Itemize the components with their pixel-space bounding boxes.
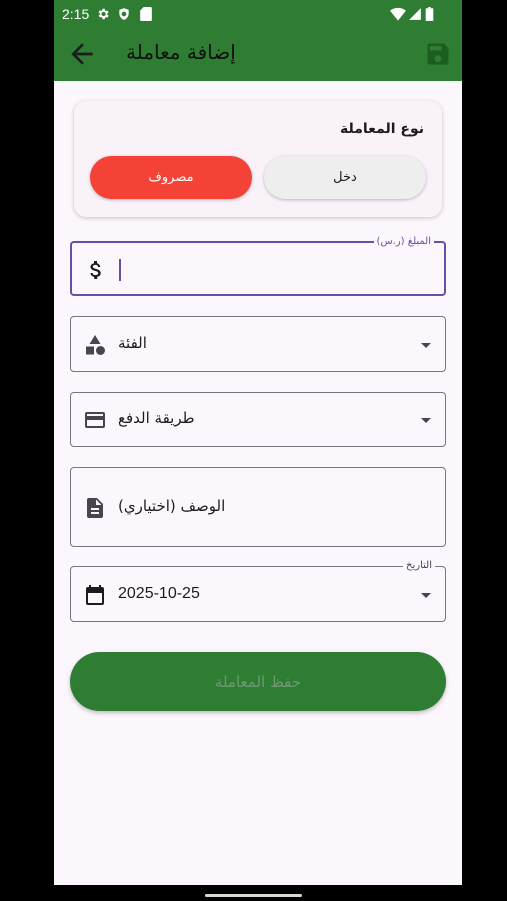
category-placeholder: الفئة (118, 334, 147, 352)
save-icon[interactable] (424, 40, 452, 68)
save-transaction-button[interactable]: حفظ المعاملة (70, 652, 446, 711)
page-title: إضافة معاملة (126, 40, 236, 64)
income-button[interactable]: دخل (264, 156, 426, 199)
date-label: التاريخ (403, 560, 435, 572)
battery-icon (425, 7, 434, 21)
signal-icon (409, 8, 421, 20)
amount-label: المبلغ (ر.س) (373, 236, 434, 248)
date-value: 2025-10-25 (118, 585, 200, 602)
status-time: 2:15 (62, 6, 90, 22)
chevron-down-icon (421, 418, 431, 423)
expense-button[interactable]: مصروف (90, 156, 252, 199)
shield-icon (119, 8, 129, 20)
settings-icon (98, 8, 109, 20)
document-icon (87, 498, 103, 518)
arrow-back-icon[interactable] (66, 38, 98, 70)
chevron-down-icon (421, 343, 431, 348)
app-bar: إضافة معاملة (54, 28, 462, 81)
description-placeholder: الوصف (اختياري) (118, 497, 226, 515)
status-bar: 2:15 (54, 0, 462, 28)
date-field[interactable]: التاريخ 2025-10-25 (70, 560, 446, 622)
category-shapes-icon (86, 335, 105, 355)
payment-method-dropdown[interactable]: طريقة الدفع (70, 392, 446, 447)
sim-card-icon (140, 7, 152, 21)
transaction-type-title: نوع المعاملة (340, 121, 424, 137)
app-screen: 2:15 إضافة معاملة نوع المعاملة مصروف دخل… (54, 0, 462, 885)
credit-card-icon (85, 412, 105, 428)
dollar-icon (90, 261, 101, 279)
category-dropdown[interactable]: الفئة (70, 316, 446, 372)
payment-placeholder: طريقة الدفع (118, 409, 195, 427)
transaction-type-card: نوع المعاملة مصروف دخل (74, 101, 442, 217)
wifi-icon (390, 7, 406, 21)
calendar-icon (86, 585, 104, 605)
text-cursor (119, 259, 121, 281)
amount-field[interactable]: المبلغ (ر.س) (70, 236, 446, 296)
home-indicator[interactable] (205, 894, 302, 897)
chevron-down-icon (421, 593, 431, 598)
description-field[interactable]: الوصف (اختياري) (70, 467, 446, 547)
